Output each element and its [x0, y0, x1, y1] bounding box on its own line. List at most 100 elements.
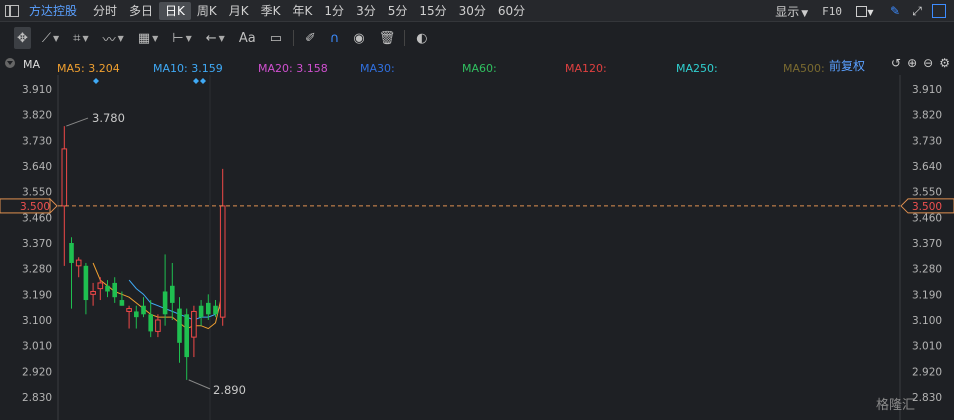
candle-body	[177, 308, 182, 343]
chevron-down-icon: ▼	[867, 8, 874, 17]
tab-period[interactable]: 多日	[123, 2, 159, 20]
stock-name[interactable]: 方达控股	[29, 2, 77, 19]
event-marker-icon	[93, 78, 99, 84]
event-marker-icon	[200, 78, 206, 84]
comment-icon[interactable]: ▭	[267, 27, 285, 49]
candlestick-chart[interactable]: 3.910 3.820 3.730 3.640 3.550 3.460 3.370 3.280…	[0, 75, 954, 420]
divider	[404, 30, 406, 46]
line-tool[interactable]: ⟋ ▼	[39, 27, 62, 49]
candle	[198, 300, 204, 326]
f10-button[interactable]: F10	[822, 5, 842, 18]
window-layout-dropdown[interactable]: ▼	[854, 4, 876, 18]
candle	[83, 262, 89, 315]
channel-tool[interactable]: ⌗ ▼	[70, 27, 91, 49]
low-leader-line	[188, 379, 211, 390]
drawing-toolbar: ✥ ⟋ ▼ ⌗ ▼ 〰 ▼ ▦ ▼ ⊢ ▼ ← ▼ Aa ▭ ✐ ∩ ◉ 🗑 ◐	[0, 23, 954, 53]
eye-icon[interactable]: ◉	[350, 27, 367, 49]
tab-period[interactable]: 60分	[492, 2, 531, 20]
trash-icon[interactable]: 🗑	[376, 27, 399, 49]
adjust-dropdown[interactable]: 前复权	[829, 57, 865, 74]
candle	[90, 282, 96, 306]
candle	[75, 257, 82, 278]
ma-legend-item[interactable]: MA120:	[565, 62, 607, 75]
candle-body	[90, 290, 96, 295]
wave-tool[interactable]: 〰 ▼	[100, 27, 127, 49]
tab-period[interactable]: 月K	[223, 2, 255, 20]
toggle-icon[interactable]: ◐	[413, 27, 430, 49]
price-tick-label: 3.460	[22, 212, 52, 224]
tab-period[interactable]: 年K	[287, 2, 319, 20]
price-tick-label: 3.370	[22, 238, 52, 250]
crosshair-move-tool[interactable]: ✥	[14, 27, 31, 49]
ma-legend-item[interactable]: MA30:	[360, 62, 395, 75]
magnet-icon[interactable]: ∩	[327, 27, 343, 49]
ma-legend-item[interactable]: MA20: 3.158	[258, 62, 328, 75]
chart-grid	[57, 75, 901, 420]
candle-body	[198, 305, 204, 318]
candle-body	[191, 310, 197, 338]
collapse-caret-icon[interactable]	[5, 58, 15, 68]
price-tick-label: 3.820	[912, 110, 942, 122]
ma-label[interactable]: MA	[23, 58, 40, 71]
candle	[177, 297, 182, 363]
measure-tool[interactable]: ⊢ ▼	[169, 27, 194, 49]
ma-legend-item[interactable]: MA5: 3.204	[57, 62, 120, 75]
gear-icon[interactable]: ⚙	[939, 56, 950, 70]
price-tick-label: 3.190	[912, 289, 942, 301]
high-leader-line	[66, 117, 89, 127]
add-icon[interactable]: ⊕	[907, 56, 917, 70]
price-tick-label: 2.830	[22, 392, 52, 404]
period-toolbar: 方达控股 分时 多日 日K 周K 月K 季K 年K 1分 3分 5分 15分 30分 60分 显示 ▼ F…	[0, 0, 954, 22]
tab-period[interactable]: 周K	[191, 2, 223, 20]
low-price-label: 2.890	[213, 383, 246, 397]
candle-body	[119, 300, 125, 306]
expand-icon[interactable]: ⤢	[906, 4, 928, 19]
candles	[61, 126, 226, 380]
price-tick-label: 2.830	[912, 392, 942, 404]
ma-legend-item[interactable]: MA500:	[783, 62, 825, 75]
chart-overlay: 3.500 3.500 3.780 2.890 格隆汇	[0, 78, 954, 413]
tab-period[interactable]: 分时	[87, 2, 123, 20]
price-tick-label: 3.640	[912, 161, 942, 173]
candle	[61, 126, 68, 266]
ma-legend-item[interactable]: MA60:	[462, 62, 497, 75]
undo-icon[interactable]: ↺	[891, 56, 901, 70]
tab-period[interactable]: 30分	[453, 2, 492, 20]
pen-icon[interactable]: ✎	[884, 4, 906, 18]
candle	[105, 280, 110, 298]
price-tick-label: 3.100	[22, 315, 52, 327]
candle-body	[97, 282, 104, 290]
text-tool[interactable]: Aa	[236, 27, 259, 49]
eraser-icon[interactable]: ✐	[302, 27, 319, 49]
ma-legend: MA MA5: 3.204 MA10: 3.159 MA20: 3.158 MA30:…	[0, 54, 954, 75]
price-axis-left: 3.910 3.820 3.730 3.640 3.550 3.460 3.370 3.280…	[22, 84, 52, 404]
sidebar-toggle-icon[interactable]	[5, 4, 19, 17]
arrow-tool[interactable]: ← ▼	[203, 27, 228, 49]
tab-period[interactable]: 日K	[159, 1, 191, 20]
candle-body	[61, 148, 68, 207]
ma-legend-item[interactable]: MA250:	[676, 62, 718, 75]
candle	[148, 300, 153, 338]
ma-legend-item[interactable]: MA10: 3.159	[153, 62, 223, 75]
remove-icon[interactable]: ⊖	[923, 56, 933, 70]
price-tick-label: 3.460	[912, 212, 942, 224]
tab-period[interactable]: 季K	[255, 2, 287, 20]
tab-period[interactable]: 5分	[382, 2, 414, 20]
tab-period[interactable]: 3分	[350, 2, 382, 20]
current-price-tag-arrow	[49, 197, 58, 215]
candle-body	[170, 285, 175, 303]
candle-body	[213, 305, 218, 315]
price-tick-label: 3.550	[912, 187, 942, 199]
stock-chart-window: 方达控股 分时 多日 日K 周K 月K 季K 年K 1分 3分 5分 15分 30分 60分 显示 ▼ F…	[0, 0, 954, 420]
fib-tool[interactable]: ▦ ▼	[135, 27, 161, 49]
display-dropdown[interactable]: 显示 ▼	[775, 3, 808, 20]
candle	[126, 305, 132, 329]
candle	[162, 254, 168, 326]
price-tick-label: 3.730	[912, 135, 942, 147]
float-window-icon[interactable]	[928, 4, 950, 19]
tab-period[interactable]: 15分	[413, 2, 452, 20]
candle-body	[134, 311, 139, 318]
price-tick-label: 3.640	[22, 161, 52, 173]
tab-period[interactable]: 1分	[318, 2, 350, 20]
display-label: 显示	[775, 4, 800, 19]
